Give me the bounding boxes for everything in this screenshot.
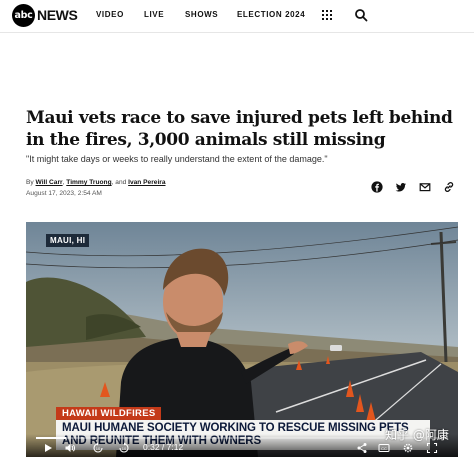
nav-item-live[interactable]: LIVE xyxy=(144,10,164,19)
captions-icon[interactable]: CC xyxy=(378,442,390,454)
byline-prefix: By xyxy=(26,179,34,186)
volume-icon[interactable] xyxy=(64,442,76,454)
play-icon[interactable] xyxy=(42,442,54,454)
nav-item-election-2024[interactable]: ELECTION 2024 xyxy=(237,10,305,19)
video-progress-fill xyxy=(36,437,67,439)
nav-item-video[interactable]: VIDEO xyxy=(96,10,124,19)
grid-icon[interactable] xyxy=(320,8,334,22)
nav-item-shows[interactable]: SHOWS xyxy=(185,10,218,19)
link-icon[interactable] xyxy=(443,181,455,193)
fullscreen-icon[interactable] xyxy=(426,442,438,454)
facebook-icon[interactable] xyxy=(371,181,383,193)
rewind-10-icon[interactable]: 10 xyxy=(92,442,104,454)
abc-logo-circle: abc xyxy=(12,3,35,27)
news-logo-word: NEWS xyxy=(37,7,78,23)
email-icon[interactable] xyxy=(419,181,431,193)
svg-text:CC: CC xyxy=(381,446,387,451)
article-headline: Maui vets race to save injured pets left… xyxy=(26,108,453,150)
article-dek: "It might take days or weeks to really u… xyxy=(26,154,328,164)
lower-third-tag: HAWAII WILDFIRES xyxy=(56,407,162,420)
share-icon[interactable] xyxy=(356,442,368,454)
svg-text:10: 10 xyxy=(96,446,101,451)
video-time: 0:32 / 7:12 xyxy=(143,442,184,452)
video-player[interactable]: MAUI, HI HAWAII WILDFIRES MAUI HUMANE SO… xyxy=(26,222,458,457)
forward-10-icon[interactable]: 10 xyxy=(118,442,130,454)
byline: By Will Carr, Timmy Truong, and Ivan Per… xyxy=(26,179,166,186)
top-nav: abc NEWS VIDEO LIVE SHOWS ELECTION 2024 xyxy=(0,0,474,33)
location-tag: MAUI, HI xyxy=(46,234,90,247)
author-link-ivan-pereira[interactable]: Ivan Pereira xyxy=(128,179,165,186)
svg-text:10: 10 xyxy=(122,446,127,451)
author-link-will-carr[interactable]: Will Carr xyxy=(36,179,63,186)
twitter-icon[interactable] xyxy=(395,181,407,193)
search-icon[interactable] xyxy=(354,8,368,22)
settings-gear-icon[interactable] xyxy=(402,442,414,454)
byline-separator: , and xyxy=(111,179,127,186)
publish-date: August 17, 2023, 2:54 AM xyxy=(26,190,102,197)
abc-news-logo[interactable]: abc NEWS xyxy=(12,3,78,27)
author-link-timmy-truong[interactable]: Timmy Truong xyxy=(66,179,111,186)
watermark-text: 知乎 @阿康 xyxy=(385,428,449,442)
byline-separator: , xyxy=(62,179,65,186)
